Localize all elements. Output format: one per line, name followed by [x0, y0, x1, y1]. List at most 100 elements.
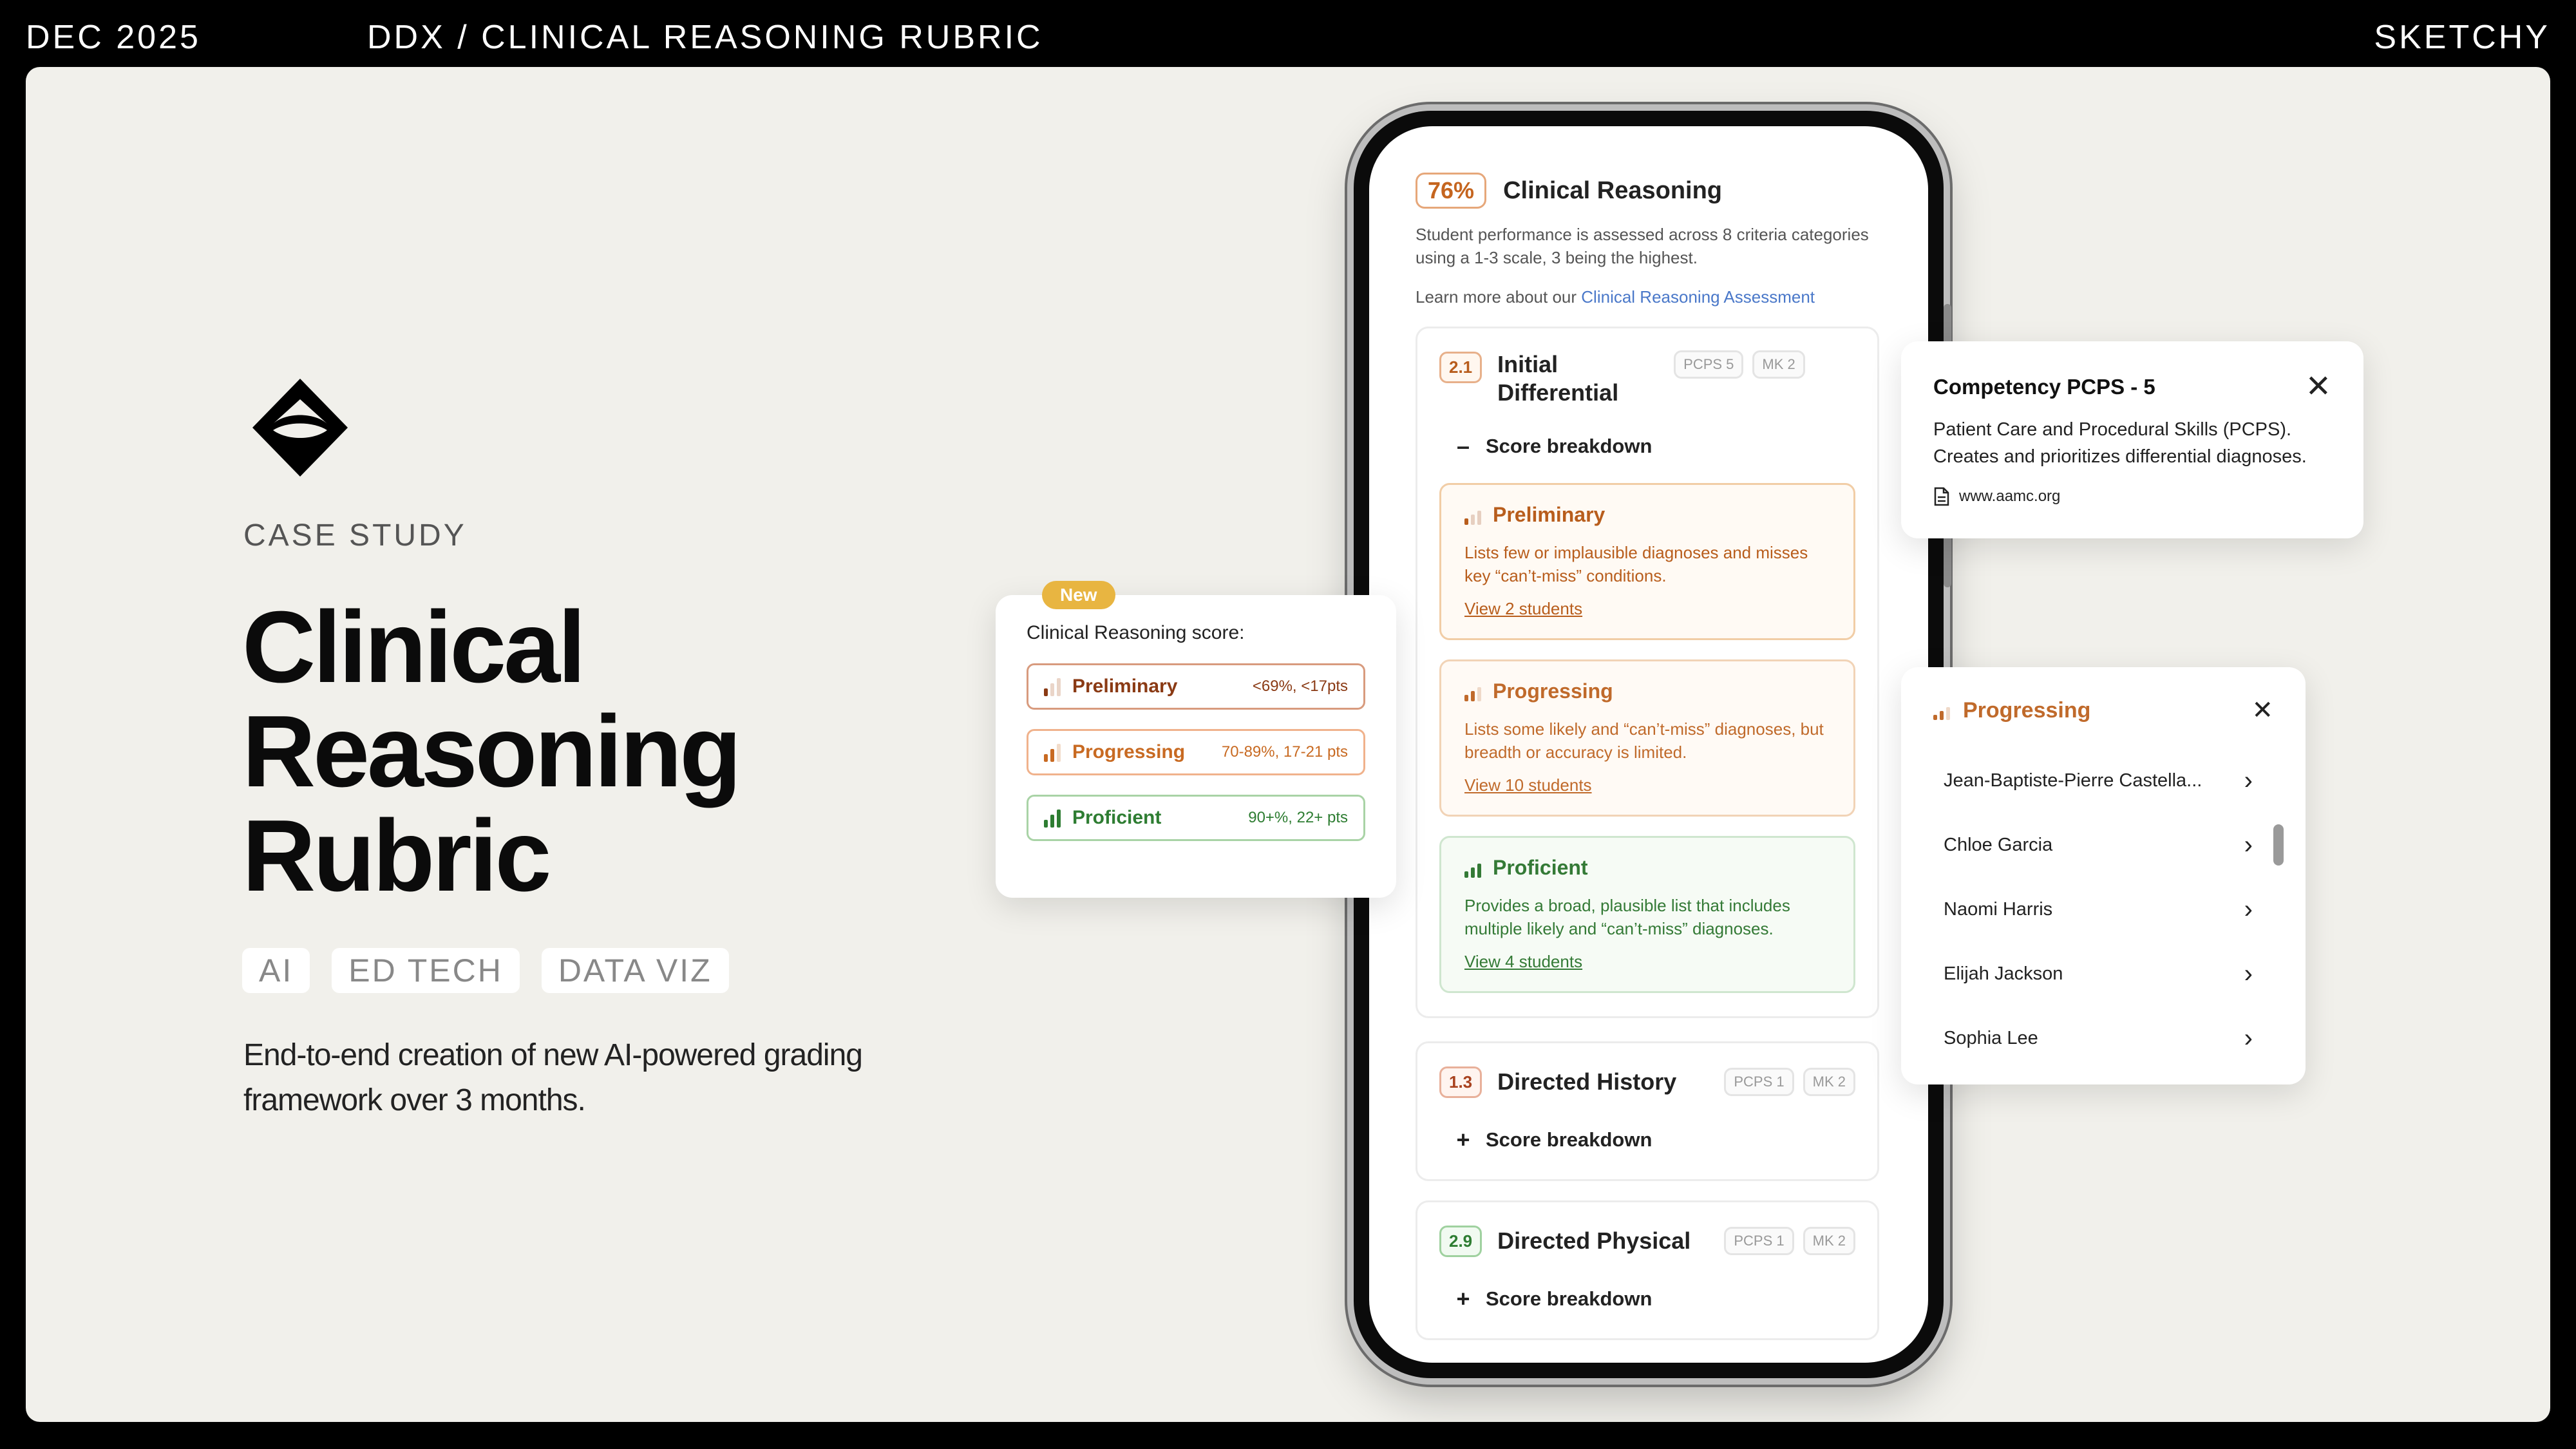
view-students-link[interactable]: View 10 students: [1464, 775, 1592, 795]
screen-content: 76% Clinical Reasoning Student performan…: [1416, 173, 1892, 1340]
learn-more-prefix: Learn more about our: [1416, 287, 1582, 307]
level-description: Lists few or implausible diagnoses and m…: [1464, 543, 1808, 585]
tag-ed-tech: ED TECH: [332, 948, 520, 993]
score-legend-card: New Clinical Reasoning score: Preliminar…: [996, 581, 1396, 898]
clinical-reasoning-header: 76% Clinical Reasoning: [1416, 173, 1892, 209]
student-list-item[interactable]: Jean-Baptiste-Pierre Castella... ›: [1944, 748, 2253, 813]
score-legend-title: Clinical Reasoning score:: [1027, 622, 1245, 643]
score-breakdown-toggle[interactable]: + Score breakdown: [1455, 1285, 1855, 1312]
level-title-row: Preliminary: [1464, 503, 1830, 527]
score-breakdown-label: Score breakdown: [1486, 1287, 1653, 1310]
criterion-card-directed-physical: 2.9 Directed Physical PCPS 1 MK 2 + Scor…: [1416, 1200, 1879, 1340]
competency-source-link[interactable]: www.aamc.org: [1933, 487, 2331, 506]
signal-bars-icon: [1464, 506, 1481, 525]
title-line: Clinical: [242, 591, 586, 704]
score-breakdown-toggle[interactable]: + Score breakdown: [1455, 1126, 1855, 1153]
criterion-title: Directed Physical: [1497, 1227, 1691, 1254]
title-line: Reasoning: [242, 695, 742, 808]
date-label: DEC 2025: [26, 19, 201, 56]
phone-mockup: 76% Clinical Reasoning Student performan…: [1354, 111, 1951, 1378]
chevron-right-icon: ›: [2244, 895, 2253, 923]
competency-popover-header: Competency PCPS - 5 ✕: [1933, 372, 2331, 402]
competency-chip-pcps[interactable]: PCPS 1: [1724, 1226, 1794, 1255]
score-row-proficient: Proficient 90+%, 22+ pts: [1027, 795, 1365, 841]
section-title: Clinical Reasoning: [1503, 176, 1723, 204]
student-list-item[interactable]: Elijah Jackson ›: [1944, 942, 2253, 1006]
chevron-right-icon: ›: [2244, 1023, 2253, 1052]
signal-bars-icon: [1044, 743, 1061, 762]
score-range: 90+%, 22+ pts: [1248, 809, 1348, 826]
student-list-item[interactable]: Naomi Harris ›: [1944, 877, 2253, 942]
competency-title: Competency PCPS - 5: [1933, 375, 2155, 399]
criterion-score-badge: 2.9: [1439, 1226, 1482, 1257]
score-breakdown-label: Score breakdown: [1486, 1128, 1653, 1151]
canvas: CASE STUDY Clinical Reasoning Rubric AI …: [26, 67, 2550, 1422]
score-row-progressing: Progressing 70-89%, 17-21 pts: [1027, 729, 1365, 775]
student-name: Sophia Lee: [1944, 1027, 2038, 1048]
page-title: Clinical Reasoning Rubric: [242, 595, 1015, 908]
student-name: Elijah Jackson: [1944, 963, 2063, 984]
criterion-card-directed-history: 1.3 Directed History PCPS 1 MK 2 + Score…: [1416, 1041, 1879, 1181]
tag-ai: AI: [242, 948, 310, 993]
view-students-link[interactable]: View 2 students: [1464, 599, 1582, 619]
eyebrow-label: CASE STUDY: [243, 518, 467, 553]
level-card-progressing: Progressing Lists some likely and “can’t…: [1439, 659, 1855, 817]
chevron-right-icon: ›: [2244, 959, 2253, 988]
competency-chip-pcps[interactable]: PCPS 1: [1724, 1067, 1794, 1096]
signal-bars-icon: [1044, 677, 1061, 696]
assessment-link[interactable]: Clinical Reasoning Assessment: [1581, 287, 1815, 307]
student-name: Chloe Garcia: [1944, 834, 2053, 855]
tag-list: AI ED TECH DATA VIZ: [242, 948, 729, 993]
score-percent-badge: 76%: [1416, 173, 1487, 209]
criterion-header: 2.9 Directed Physical PCPS 1 MK 2: [1439, 1224, 1855, 1257]
criterion-score-badge: 2.1: [1439, 352, 1482, 383]
criterion-header: 1.3 Directed History PCPS 1 MK 2: [1439, 1065, 1855, 1098]
score-breakdown-toggle[interactable]: – Score breakdown: [1455, 433, 1855, 460]
score-row-preliminary: Preliminary <69%, <17pts: [1027, 663, 1365, 710]
view-students-link[interactable]: View 4 students: [1464, 952, 1582, 972]
progressing-students-popover: Progressing ✕ Jean-Baptiste-Pierre Caste…: [1901, 667, 2306, 1084]
level-description: Provides a broad, plausible list that in…: [1464, 896, 1790, 938]
hero-description: End-to-end creation of new AI-powered gr…: [243, 1038, 863, 1117]
level-description: Lists some likely and “can’t-miss” diagn…: [1464, 719, 1824, 762]
level-card-preliminary: Preliminary Lists few or implausible dia…: [1439, 483, 1855, 640]
competency-popover: Competency PCPS - 5 ✕ Patient Care and P…: [1901, 341, 2363, 538]
close-icon[interactable]: ✕: [2306, 372, 2331, 402]
popover-title-label: Progressing: [1963, 697, 2091, 723]
student-name: Naomi Harris: [1944, 898, 2053, 920]
plus-icon: +: [1456, 1285, 1470, 1312]
student-list-item[interactable]: Chloe Garcia ›: [1944, 813, 2253, 877]
chevron-right-icon: ›: [2244, 830, 2253, 859]
score-breakdown-label: Score breakdown: [1486, 435, 1653, 457]
criterion-score-badge: 1.3: [1439, 1066, 1482, 1098]
criterion-card-initial-differential: 2.1 Initial Differential PCPS 5 MK 2 – S…: [1416, 327, 1879, 1018]
top-bar: DEC 2025 DDX / CLINICAL REASONING RUBRIC…: [0, 0, 2576, 67]
student-list-item[interactable]: Sophia Lee ›: [1944, 1006, 2253, 1070]
level-title-row: Proficient: [1464, 856, 1830, 880]
signal-bars-icon: [1464, 858, 1481, 878]
competency-chip-mk[interactable]: MK 2: [1752, 350, 1805, 379]
level-title-row: Progressing: [1464, 679, 1830, 703]
signal-bars-icon: [1044, 808, 1061, 828]
score-level-label: Preliminary: [1072, 676, 1178, 697]
competency-chip-pcps[interactable]: PCPS 5: [1674, 350, 1744, 379]
new-badge: New: [1042, 581, 1115, 609]
brand-label: SKETCHY: [2374, 19, 2550, 56]
level-title: Progressing: [1493, 679, 1613, 703]
level-title: Preliminary: [1493, 503, 1605, 526]
score-level-label: Proficient: [1072, 807, 1162, 828]
sketchy-logo-icon: [252, 379, 348, 477]
phone-screen: 76% Clinical Reasoning Student performan…: [1369, 126, 1928, 1363]
signal-bars-icon: [1464, 682, 1481, 701]
criterion-title: Initial Differential: [1497, 351, 1619, 406]
close-icon[interactable]: ✕: [2251, 696, 2273, 725]
scrollbar-thumb[interactable]: [2273, 824, 2284, 866]
chevron-right-icon: ›: [2244, 766, 2253, 795]
score-range: 70-89%, 17-21 pts: [1221, 743, 1348, 761]
score-level-label: Progressing: [1072, 741, 1186, 762]
competency-chip-mk[interactable]: MK 2: [1803, 1226, 1855, 1255]
section-description: Student performance is assessed across 8…: [1416, 225, 1869, 267]
competency-chip-mk[interactable]: MK 2: [1803, 1067, 1855, 1096]
breadcrumb: DDX / CLINICAL REASONING RUBRIC: [367, 19, 1043, 56]
document-icon: [1934, 487, 1949, 506]
